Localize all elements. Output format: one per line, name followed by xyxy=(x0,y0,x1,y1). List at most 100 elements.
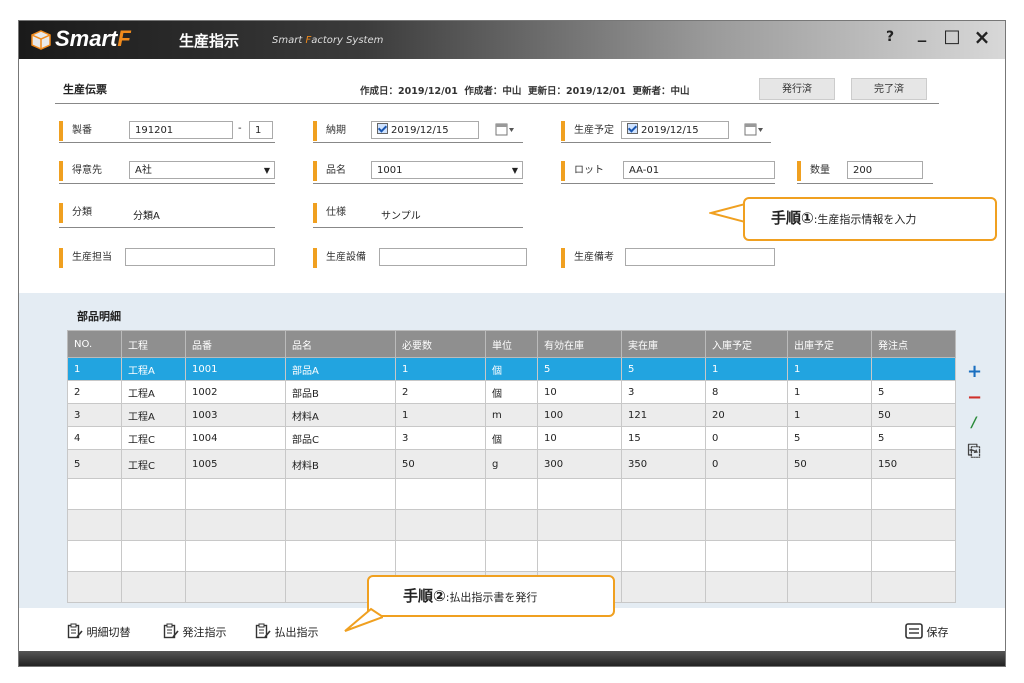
cell[interactable]: 5 xyxy=(871,380,956,404)
cell[interactable]: 150 xyxy=(871,449,956,479)
help-icon[interactable]: ? xyxy=(879,29,901,45)
edit-row-icon[interactable]: / xyxy=(967,415,981,431)
cell[interactable] xyxy=(787,571,872,603)
cell[interactable]: 1 xyxy=(787,403,872,427)
cell[interactable]: 1003 xyxy=(185,403,286,427)
product-select[interactable]: 1001 ▼ xyxy=(371,161,523,179)
dispatch-instruction-button[interactable]: 払出指示 xyxy=(255,623,319,643)
cell[interactable] xyxy=(485,509,538,541)
cell[interactable]: 部品C xyxy=(285,426,396,450)
cell[interactable] xyxy=(185,509,286,541)
customer-select[interactable]: A社 ▼ xyxy=(129,161,275,179)
cell[interactable]: 1 xyxy=(787,357,872,381)
cell[interactable]: 1002 xyxy=(185,380,286,404)
cell[interactable] xyxy=(621,571,706,603)
cell[interactable] xyxy=(185,571,286,603)
cell[interactable]: 1 xyxy=(67,357,122,381)
cell[interactable]: 工程A xyxy=(121,380,186,404)
cell[interactable]: m xyxy=(485,403,538,427)
cell[interactable] xyxy=(395,509,486,541)
plan-checkbox[interactable] xyxy=(627,123,638,134)
cell[interactable] xyxy=(67,509,122,541)
table-row[interactable]: 1 工程A 1001 部品A 1 個 5 5 1 1 xyxy=(67,357,956,381)
order-instruction-button[interactable]: 発注指示 xyxy=(163,623,227,643)
cell[interactable] xyxy=(787,509,872,541)
cell[interactable]: 50 xyxy=(395,449,486,479)
issued-button[interactable]: 発行済 xyxy=(759,78,835,100)
remove-row-icon[interactable]: − xyxy=(967,387,982,408)
cell[interactable]: 0 xyxy=(705,449,788,479)
nouki-checkbox[interactable] xyxy=(377,123,388,134)
cell[interactable] xyxy=(537,478,622,510)
minimize-icon[interactable]: _ xyxy=(911,23,933,43)
cell[interactable]: 材料B xyxy=(285,449,396,479)
table-row[interactable]: 5 工程C 1005 材料B 50 g 300 350 0 50 150 xyxy=(67,449,956,479)
cell[interactable]: 5 xyxy=(537,357,622,381)
cell[interactable]: 100 xyxy=(537,403,622,427)
cell[interactable]: 5 xyxy=(871,426,956,450)
cell[interactable] xyxy=(871,540,956,572)
save-button[interactable]: 保存 xyxy=(905,623,949,643)
cell[interactable] xyxy=(185,540,286,572)
col-unit[interactable]: 単位 xyxy=(485,330,538,358)
cell[interactable]: 20 xyxy=(705,403,788,427)
note-input[interactable] xyxy=(625,248,775,266)
cell[interactable]: 個 xyxy=(485,357,538,381)
table-row[interactable]: 4 工程C 1004 部品C 3 個 10 15 0 5 5 xyxy=(67,426,956,450)
cell[interactable]: 300 xyxy=(537,449,622,479)
cell[interactable]: 121 xyxy=(621,403,706,427)
col-no[interactable]: NO. xyxy=(67,330,122,358)
cell[interactable]: 部品B xyxy=(285,380,396,404)
equipment-input[interactable] xyxy=(379,248,527,266)
cell[interactable] xyxy=(705,509,788,541)
cell[interactable]: 50 xyxy=(787,449,872,479)
cell[interactable] xyxy=(621,509,706,541)
cell[interactable] xyxy=(705,478,788,510)
qty-input[interactable]: 200 xyxy=(847,161,923,179)
nouki-date-field[interactable]: 2019/12/15 xyxy=(371,121,479,139)
cell[interactable] xyxy=(537,509,622,541)
table-row[interactable]: 3 工程A 1003 材料A 1 m 100 121 20 1 50 xyxy=(67,403,956,427)
cell[interactable] xyxy=(537,540,622,572)
calendar-icon[interactable] xyxy=(495,123,515,137)
col-process[interactable]: 工程 xyxy=(121,330,186,358)
maximize-icon[interactable]: □ xyxy=(941,26,963,47)
seiban-sub-input[interactable]: 1 xyxy=(249,121,273,139)
cell[interactable] xyxy=(871,478,956,510)
cell[interactable] xyxy=(285,509,396,541)
cell[interactable] xyxy=(871,571,956,603)
cell[interactable] xyxy=(121,509,186,541)
cell[interactable] xyxy=(705,571,788,603)
cell[interactable] xyxy=(121,571,186,603)
cell[interactable] xyxy=(121,540,186,572)
cell[interactable] xyxy=(185,478,286,510)
cell[interactable]: 4 xyxy=(67,426,122,450)
cell[interactable]: 工程C xyxy=(121,426,186,450)
col-required[interactable]: 必要数 xyxy=(395,330,486,358)
lot-input[interactable]: AA-01 xyxy=(623,161,775,179)
staff-input[interactable] xyxy=(125,248,275,266)
cell[interactable]: 工程A xyxy=(121,403,186,427)
cell[interactable]: 2 xyxy=(67,380,122,404)
cell[interactable]: 材料A xyxy=(285,403,396,427)
cell[interactable] xyxy=(787,540,872,572)
cell[interactable] xyxy=(395,478,486,510)
cell[interactable]: 5 xyxy=(67,449,122,479)
col-incoming[interactable]: 入庫予定 xyxy=(705,330,788,358)
cell[interactable] xyxy=(285,478,396,510)
cell[interactable]: 工程C xyxy=(121,449,186,479)
cell[interactable] xyxy=(787,478,872,510)
cell[interactable]: 10 xyxy=(537,380,622,404)
cell[interactable]: 2 xyxy=(395,380,486,404)
cell[interactable]: 1001 xyxy=(185,357,286,381)
cell[interactable] xyxy=(621,478,706,510)
cell[interactable] xyxy=(67,540,122,572)
cell[interactable] xyxy=(871,357,956,381)
cell[interactable]: 1 xyxy=(787,380,872,404)
cell[interactable]: 1004 xyxy=(185,426,286,450)
col-reorder-point[interactable]: 発注点 xyxy=(871,330,956,358)
col-part-no[interactable]: 品番 xyxy=(185,330,286,358)
col-actual-stock[interactable]: 実在庫 xyxy=(621,330,706,358)
cell[interactable]: 15 xyxy=(621,426,706,450)
cell[interactable] xyxy=(871,509,956,541)
